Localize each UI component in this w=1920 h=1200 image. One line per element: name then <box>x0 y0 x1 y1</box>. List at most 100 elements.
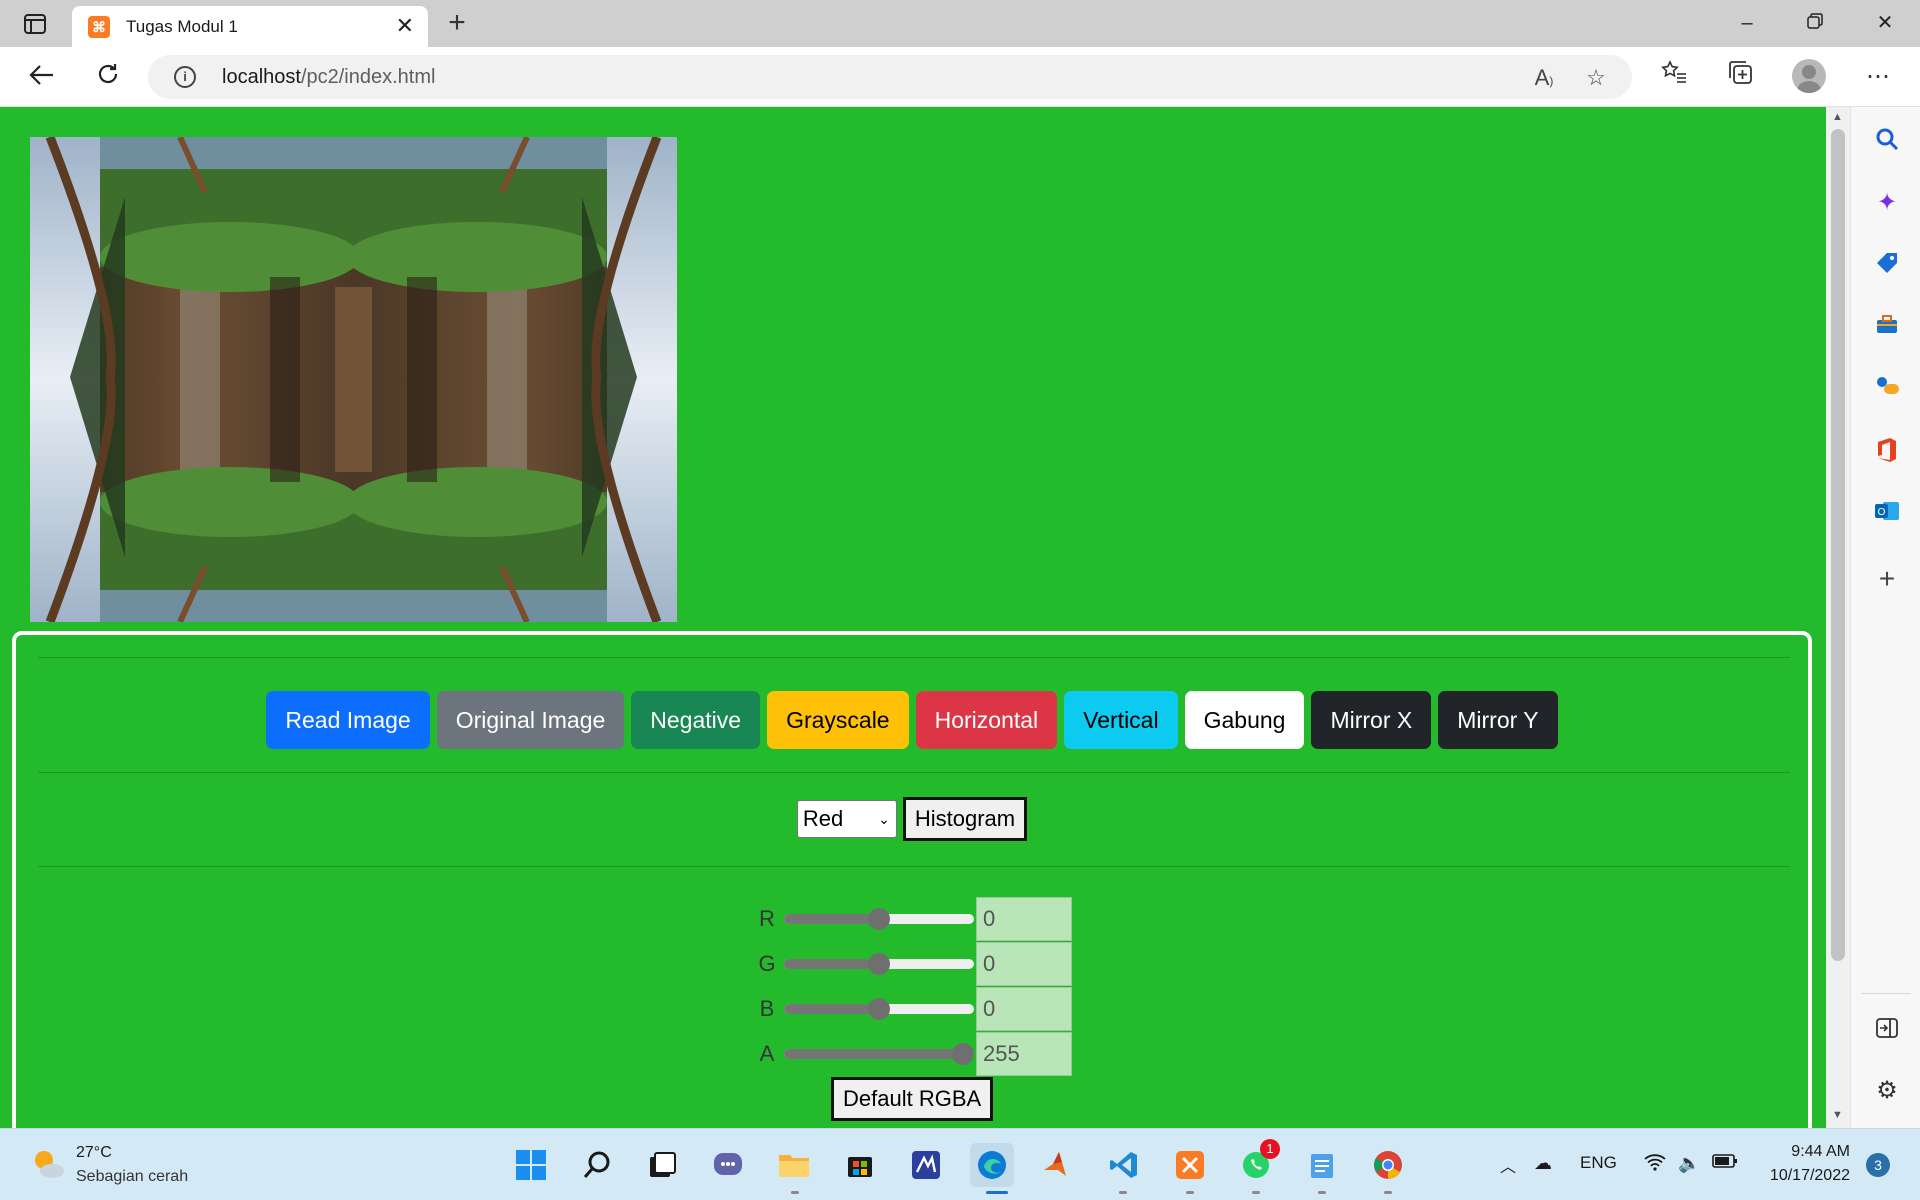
whatsapp-badge: 1 <box>1260 1139 1280 1159</box>
discover-sparkle-icon[interactable]: ✦ <box>1873 189 1901 217</box>
rgba-row-a: A 255 <box>756 1032 1072 1076</box>
volume-icon[interactable]: 🔈 <box>1678 1153 1700 1174</box>
scroll-down-icon[interactable]: ▼ <box>1832 1109 1843 1121</box>
channel-select-value: Red <box>802 806 844 831</box>
profile-avatar[interactable] <box>1792 59 1826 93</box>
control-panel: Read Image Original Image Negative Grays… <box>12 631 1812 1128</box>
active-indicator <box>986 1191 1008 1194</box>
settings-more-button[interactable]: ⋯ <box>1860 59 1896 95</box>
powerautomate-icon[interactable] <box>904 1143 948 1187</box>
tools-briefcase-icon[interactable] <box>1873 313 1901 341</box>
url-text[interactable]: localhost/pc2/index.html <box>222 66 435 89</box>
tab-actions-icon <box>24 14 46 34</box>
teams-chat-icon[interactable] <box>706 1143 750 1187</box>
restore-button[interactable] <box>1792 8 1838 38</box>
matlab-icon[interactable] <box>1036 1143 1080 1187</box>
mirror-x-button[interactable]: Mirror X <box>1311 691 1432 749</box>
onedrive-cloud-icon[interactable]: ☁ <box>1534 1153 1552 1174</box>
new-tab-button[interactable]: + <box>440 7 474 41</box>
notification-count-badge[interactable]: 3 <box>1866 1153 1890 1177</box>
horizontal-button[interactable]: Horizontal <box>915 691 1058 749</box>
histogram-button[interactable]: Histogram <box>902 797 1028 841</box>
office-icon[interactable] <box>1873 437 1901 465</box>
divider <box>38 866 1790 867</box>
grayscale-button[interactable]: Grayscale <box>767 691 909 749</box>
collections-button[interactable] <box>1722 59 1758 95</box>
vscode-icon[interactable] <box>1102 1143 1146 1187</box>
edge-sidebar: ✦ O + ⚙ <box>1850 107 1920 1128</box>
slider-handle[interactable] <box>868 998 890 1020</box>
chrome-icon[interactable] <box>1366 1143 1410 1187</box>
chevron-down-icon: ⌄ <box>878 810 890 827</box>
read-image-button[interactable]: Read Image <box>266 691 430 749</box>
language-indicator[interactable]: ENG <box>1580 1153 1617 1173</box>
b-slider[interactable] <box>784 998 974 1020</box>
slider-handle[interactable] <box>868 953 890 975</box>
rgba-label: B <box>759 996 775 1021</box>
task-view-icon[interactable] <box>640 1143 684 1187</box>
channel-select[interactable]: Red ⌄ <box>796 800 897 838</box>
start-windows-icon[interactable] <box>509 1143 553 1187</box>
whatsapp-icon[interactable]: 1 <box>1234 1139 1280 1187</box>
search-icon[interactable] <box>1873 127 1901 155</box>
add-sidebar-app-icon[interactable]: + <box>1873 565 1901 593</box>
svg-text:O: O <box>1878 507 1886 518</box>
gabung-button[interactable]: Gabung <box>1184 691 1305 749</box>
default-rgba-button[interactable]: Default RGBA <box>831 1077 994 1121</box>
favorites-button[interactable] <box>1656 59 1692 95</box>
original-image-button[interactable]: Original Image <box>436 691 625 749</box>
read-aloud-icon[interactable]: A) <box>1530 64 1558 92</box>
clock-date[interactable]: 10/17/2022 <box>1756 1167 1850 1185</box>
negative-button[interactable]: Negative <box>631 691 761 749</box>
running-indicator <box>1119 1191 1127 1194</box>
g-value-input[interactable]: 0 <box>976 942 1072 986</box>
xampp-taskbar-icon[interactable] <box>1168 1143 1212 1187</box>
games-icon[interactable] <box>1873 375 1901 403</box>
filter-button-row: Read Image Original Image Negative Grays… <box>16 691 1808 749</box>
search-taskbar-icon[interactable] <box>575 1143 619 1187</box>
page-scrollbar[interactable]: ▲ ▼ <box>1826 107 1850 1128</box>
refresh-icon <box>98 64 118 84</box>
mirror-y-button[interactable]: Mirror Y <box>1438 691 1558 749</box>
vertical-button[interactable]: Vertical <box>1064 691 1178 749</box>
add-favorite-icon[interactable]: ☆ <box>1582 64 1610 92</box>
close-window-button[interactable]: ✕ <box>1862 8 1908 38</box>
a-slider[interactable] <box>784 1043 974 1065</box>
gear-icon[interactable]: ⚙ <box>1873 1077 1901 1105</box>
hide-sidebar-icon[interactable] <box>1873 1017 1901 1045</box>
tab-close-icon[interactable]: ✕ <box>396 14 414 38</box>
edge-browser-icon[interactable] <box>970 1143 1014 1187</box>
battery-icon[interactable] <box>1712 1153 1738 1174</box>
file-explorer-icon[interactable] <box>772 1143 816 1187</box>
wifi-icon[interactable] <box>1644 1153 1666 1176</box>
slider-handle[interactable] <box>951 1043 974 1065</box>
tab-actions-button[interactable] <box>14 10 56 38</box>
rgba-label: R <box>759 906 775 931</box>
r-slider[interactable] <box>784 908 974 930</box>
weather-icon[interactable] <box>30 1147 64 1181</box>
g-slider[interactable] <box>784 953 974 975</box>
scrollbar-thumb[interactable] <box>1831 129 1845 961</box>
notepad-icon[interactable] <box>1300 1143 1344 1187</box>
rgba-row-b: B 0 <box>756 987 1072 1031</box>
navigation-bar: i localhost/pc2/index.html A) ☆ ⋯ <box>0 47 1920 107</box>
microsoft-store-icon[interactable] <box>838 1143 882 1187</box>
minimize-button[interactable]: – <box>1724 8 1770 38</box>
address-bar[interactable]: i localhost/pc2/index.html A) ☆ <box>148 55 1632 99</box>
refresh-button[interactable] <box>90 60 126 94</box>
outlook-icon[interactable]: O <box>1873 499 1901 527</box>
site-info-icon[interactable]: i <box>174 66 196 88</box>
slider-handle[interactable] <box>868 908 890 930</box>
b-value-input[interactable]: 0 <box>976 987 1072 1031</box>
clock-time[interactable]: 9:44 AM <box>1766 1143 1850 1161</box>
r-value-input[interactable]: 0 <box>976 897 1072 941</box>
running-indicator <box>1252 1191 1260 1194</box>
processed-image <box>30 137 677 622</box>
shopping-tag-icon[interactable] <box>1873 251 1901 279</box>
back-arrow-icon <box>29 65 53 85</box>
browser-tab-active[interactable]: ⌘ Tugas Modul 1 ✕ <box>72 6 428 47</box>
scroll-up-icon[interactable]: ▲ <box>1832 111 1843 123</box>
a-value-input[interactable]: 255 <box>976 1032 1072 1076</box>
chevron-up-icon[interactable]: ︿ <box>1500 1153 1516 1177</box>
back-button[interactable] <box>24 60 60 94</box>
